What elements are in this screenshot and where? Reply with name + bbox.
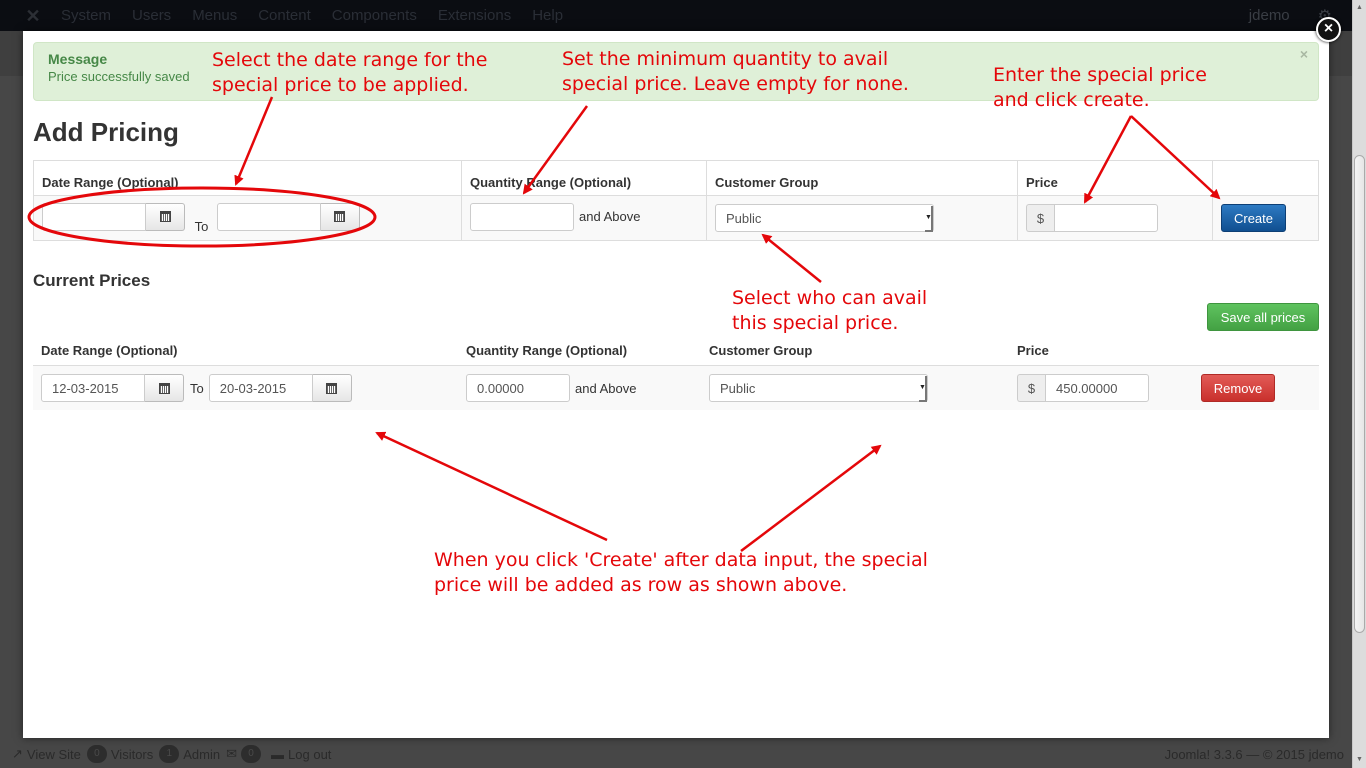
calendar-icon	[334, 211, 346, 222]
visitors-indicator: 0 Visitors	[86, 745, 154, 763]
admin-label: Admin	[183, 746, 221, 762]
calendar-icon	[326, 382, 338, 394]
header-date-range: Date Range (Optional)	[33, 160, 462, 196]
admin-indicator: 1 Admin	[159, 745, 220, 763]
add-pricing-table: Date Range (Optional) Quantity Range (Op…	[33, 160, 1319, 241]
menu-help[interactable]: Help	[532, 7, 563, 24]
menu-components[interactable]: Components	[332, 7, 417, 24]
visitors-count-badge: 0	[86, 745, 107, 763]
view-site-link[interactable]: ↗ View Site	[12, 746, 81, 762]
visitors-label: Visitors	[110, 746, 154, 762]
annotation-result: When you click 'Create' after data input…	[434, 549, 928, 596]
to-date-input[interactable]: 20-03-2015	[208, 374, 313, 402]
header-price: Price	[1017, 160, 1213, 196]
top-navbar: ✕ System Users Menus Content Components …	[0, 0, 1352, 31]
and-above-label: and Above	[579, 209, 641, 224]
from-date-calendar-button[interactable]	[146, 202, 185, 231]
external-link-icon: ↗	[12, 746, 23, 761]
from-date-picker: 12-03-2015	[41, 374, 184, 402]
joomla-logo-icon[interactable]: ✕	[23, 6, 43, 26]
from-date-input[interactable]: 12-03-2015	[41, 374, 145, 402]
from-date-picker	[42, 202, 185, 231]
customer-group-value: Public	[726, 210, 762, 226]
menu-extensions[interactable]: Extensions	[438, 7, 511, 24]
to-date-calendar-button[interactable]	[320, 202, 360, 231]
currency-addon: $	[1026, 204, 1054, 232]
remove-button[interactable]: Remove	[1201, 374, 1275, 402]
annotation-quantity: Set the minimum quantity to avail specia…	[562, 48, 909, 95]
to-date-input[interactable]	[216, 202, 321, 231]
calendar-icon	[158, 382, 170, 394]
logout-label: Log out	[288, 746, 332, 762]
current-prices-title: Current Prices	[33, 271, 151, 290]
menu-menus[interactable]: Menus	[192, 7, 237, 24]
price-input[interactable]: 450.00000	[1045, 374, 1149, 402]
page-scrollbar[interactable]: ▲ ▼	[1352, 0, 1366, 768]
pricing-modal: Message Price successfully saved × Add P…	[23, 31, 1329, 738]
and-above-label: and Above	[575, 380, 637, 396]
price-input[interactable]	[1054, 204, 1158, 232]
header-action	[1212, 160, 1319, 196]
customer-group-select[interactable]: Public ▼	[715, 204, 934, 232]
price-input-group: $	[1026, 204, 1158, 232]
envelope-icon: ✉	[226, 746, 238, 761]
minus-icon: ▬	[271, 746, 285, 762]
to-date-calendar-button[interactable]	[312, 374, 352, 402]
current-prices-header: Date Range (Optional) Quantity Range (Op…	[33, 336, 1319, 366]
create-button[interactable]: Create	[1221, 204, 1286, 232]
header-quantity-range: Quantity Range (Optional)	[461, 160, 707, 196]
status-bar: ↗ View Site 0 Visitors 1 Admin ✉ 0 ▬ Log…	[0, 740, 1352, 768]
admin-count-badge: 1	[159, 745, 180, 763]
add-pricing-row: To and Above Public ▼ $ Create	[33, 195, 1319, 241]
currency-addon: $	[1017, 374, 1045, 402]
messages-count-badge: 0	[241, 745, 262, 763]
annotation-customer-group: Select who can avail this special price.	[732, 287, 928, 334]
price-input-group: $ 450.00000	[1017, 374, 1149, 402]
header-quantity-range: Quantity Range (Optional)	[466, 343, 628, 358]
quantity-input[interactable]: 0.00000	[466, 374, 570, 402]
to-date-picker	[216, 202, 360, 231]
dropdown-arrow-icon: ▼	[919, 376, 927, 402]
dropdown-arrow-icon: ▼	[925, 206, 933, 232]
scrollbar-thumb[interactable]	[1354, 155, 1365, 633]
quantity-input[interactable]	[470, 202, 574, 231]
to-label: To	[190, 380, 204, 396]
menu-content[interactable]: Content	[258, 7, 311, 24]
menu-system[interactable]: System	[61, 7, 111, 24]
copyright-text: Joomla! 3.3.6 — © 2015 jdemo	[1164, 746, 1344, 762]
customer-group-select[interactable]: Public ▼	[709, 374, 928, 402]
header-customer-group: Customer Group	[709, 343, 813, 358]
header-date-range: Date Range (Optional)	[41, 343, 178, 358]
customer-group-value: Public	[720, 380, 756, 396]
to-date-picker: 20-03-2015	[208, 374, 352, 402]
modal-close-button[interactable]: ×	[1316, 17, 1341, 42]
logout-link[interactable]: ▬ Log out	[271, 747, 331, 762]
from-date-calendar-button[interactable]	[145, 374, 184, 402]
messages-indicator[interactable]: ✉ 0	[226, 745, 265, 763]
to-label: To	[194, 218, 209, 234]
view-site-label: View Site	[26, 746, 81, 762]
menu-users[interactable]: Users	[132, 7, 171, 24]
scroll-up-arrow-icon[interactable]: ▲	[1354, 2, 1365, 14]
scroll-down-arrow-icon[interactable]: ▼	[1354, 754, 1365, 766]
header-customer-group: Customer Group	[706, 160, 1018, 196]
calendar-icon	[159, 211, 171, 222]
alert-close-icon[interactable]: ×	[1300, 46, 1308, 62]
header-price: Price	[1017, 343, 1049, 358]
add-pricing-title: Add Pricing	[33, 117, 179, 147]
annotation-price: Enter the special price and click create…	[993, 64, 1207, 111]
from-date-input[interactable]	[42, 202, 146, 231]
price-row: 12-03-2015 To 20-03-2015 0.00000 and Abo…	[33, 366, 1319, 410]
save-all-prices-button[interactable]: Save all prices	[1207, 303, 1319, 331]
user-link[interactable]: jdemo	[1249, 7, 1290, 24]
annotation-date-range: Select the date range for the special pr…	[212, 49, 488, 96]
